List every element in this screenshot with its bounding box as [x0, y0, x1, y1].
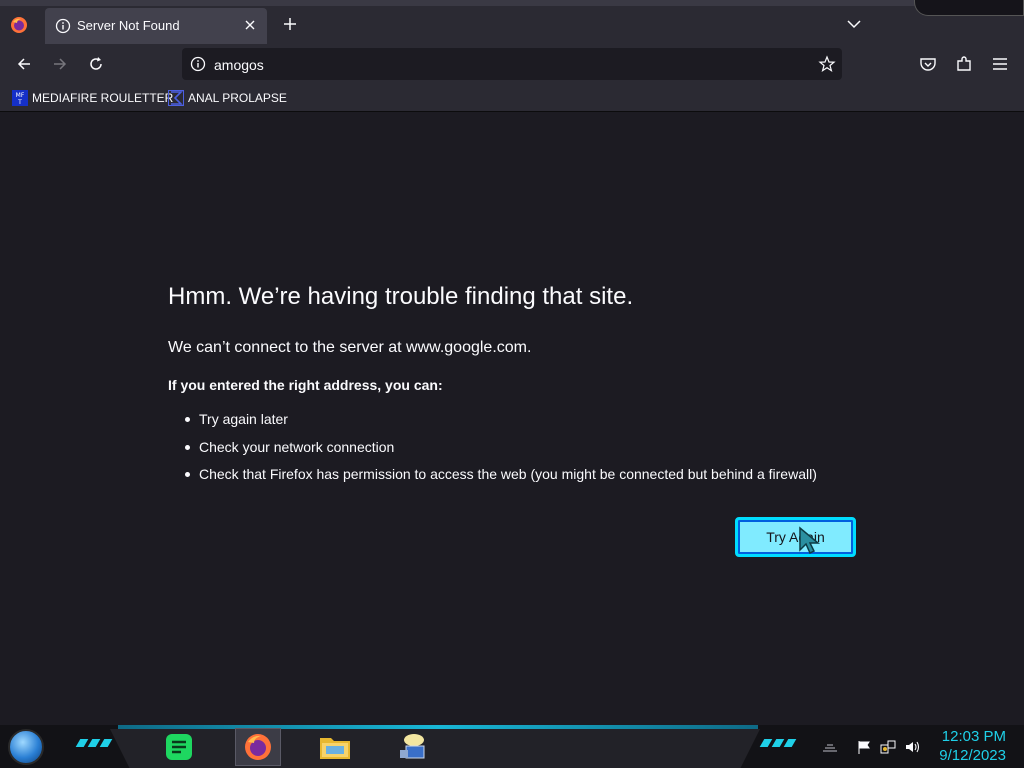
- network-status-icon[interactable]: [880, 739, 896, 755]
- taskbar: 12:03 PM 9/12/2023: [0, 725, 1024, 768]
- url-bar[interactable]: amogos: [182, 48, 842, 80]
- notes-app-icon: [166, 734, 192, 760]
- bookmark-sigma-icon: [168, 90, 184, 106]
- folder-icon: [320, 738, 350, 759]
- tab-strip: Server Not Found: [0, 0, 1024, 44]
- info-icon[interactable]: [190, 56, 206, 72]
- svg-text:T: T: [17, 99, 22, 106]
- taskbar-app-file-explorer[interactable]: [312, 728, 358, 766]
- bookmark-star-icon[interactable]: [818, 55, 836, 73]
- taskbar-app-spotify[interactable]: [156, 728, 202, 766]
- menu-icon[interactable]: [990, 54, 1010, 74]
- pocket-icon[interactable]: [918, 54, 938, 74]
- bookmark-label: MEDIAFIRE ROULETTER: [32, 91, 174, 105]
- firefox-icon[interactable]: [10, 16, 28, 34]
- taskbar-decoration: [75, 739, 113, 747]
- chevron-down-icon[interactable]: [844, 14, 864, 34]
- new-tab-icon[interactable]: [280, 14, 300, 34]
- tab-title: Server Not Found: [77, 18, 180, 33]
- bookmark-mediafire[interactable]: MF T MEDIAFIRE ROULETTER: [12, 89, 173, 107]
- list-item: Try again later: [185, 411, 817, 439]
- list-item: Check your network connection: [185, 439, 817, 467]
- svg-text:MF: MF: [16, 92, 25, 99]
- taskbar-decoration: [759, 739, 797, 747]
- error-description: We can’t connect to the server at www.go…: [168, 339, 532, 356]
- volume-icon[interactable]: [904, 739, 920, 755]
- bookmark-sigma[interactable]: ANAL PROLAPSE: [168, 89, 287, 107]
- extensions-icon[interactable]: [954, 54, 974, 74]
- bookmark-label: ANAL PROLAPSE: [188, 91, 287, 105]
- info-icon: [55, 18, 71, 34]
- navigation-toolbar: amogos: [0, 44, 1024, 84]
- action-center-flag-icon[interactable]: [856, 739, 872, 755]
- error-page: Hmm. We’re having trouble finding that s…: [0, 113, 1024, 725]
- forward-icon[interactable]: [50, 54, 70, 74]
- list-item: Check that Firefox has permission to acc…: [185, 466, 817, 494]
- taskbar-app-firefox[interactable]: [235, 728, 281, 766]
- taskbar-glow: [118, 725, 758, 729]
- reload-icon[interactable]: [86, 54, 106, 74]
- show-desktop-icon[interactable]: [822, 739, 838, 755]
- suggestion-list: Try again later Check your network conne…: [185, 411, 817, 494]
- clock-time: 12:03 PM: [941, 728, 1006, 745]
- start-button[interactable]: [8, 729, 44, 765]
- url-text[interactable]: amogos: [214, 57, 264, 73]
- tab-server-not-found[interactable]: Server Not Found: [45, 8, 267, 44]
- taskbar-app-network[interactable]: [390, 728, 436, 766]
- mouse-cursor-icon: [799, 526, 821, 555]
- system-clock[interactable]: 12:03 PM 9/12/2023: [939, 727, 1006, 765]
- mediafire-icon: MFT: [12, 90, 28, 106]
- error-title: Hmm. We’re having trouble finding that s…: [168, 283, 634, 310]
- theme-decoration: [914, 0, 1024, 16]
- try-again-button[interactable]: Try Again: [735, 517, 856, 557]
- back-icon[interactable]: [14, 54, 34, 74]
- error-subtitle: If you entered the right address, you ca…: [168, 377, 443, 393]
- firefox-icon: [245, 734, 271, 760]
- close-tab-icon[interactable]: [241, 16, 259, 34]
- clock-date: 9/12/2023: [939, 747, 1006, 764]
- bookmarks-toolbar: MF T MEDIAFIRE ROULETTER ANAL PROLAPSE: [0, 84, 1024, 112]
- network-computer-icon: [400, 734, 425, 759]
